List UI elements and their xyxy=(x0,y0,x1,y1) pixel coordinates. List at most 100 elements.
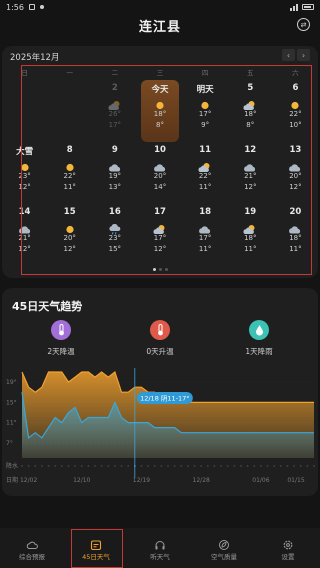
day-high-temp: 18° xyxy=(289,234,302,242)
page-indicator xyxy=(2,268,318,271)
nav-item-3[interactable]: 空气质量 xyxy=(192,528,256,568)
app-header: 连江县 ⇄ xyxy=(0,14,320,36)
bottom-nav: 综合预报 45日天气 听天气 空气质量 设置 xyxy=(0,528,320,568)
chart-tooltip: 12/18 阴11-17° xyxy=(136,392,193,404)
calendar-day[interactable]: 明天 17° 9° xyxy=(183,80,228,142)
precip-dot xyxy=(47,465,50,467)
chevron-right-icon[interactable]: › xyxy=(297,49,310,61)
calendar-day[interactable]: 6 22° 10° xyxy=(273,80,318,142)
precip-dot xyxy=(127,465,130,467)
day-high-temp: 20° xyxy=(63,234,76,242)
y-tick-label: 7° xyxy=(6,440,13,447)
calendar-icon xyxy=(90,536,102,550)
precip-dot xyxy=(120,465,123,467)
day-low-temp: 12° xyxy=(18,245,31,253)
precip-dot xyxy=(107,465,110,467)
calendar-day[interactable]: 9 19° 13° xyxy=(92,142,137,204)
calendar-grid: 2 26° 17° 今天 18° 8° 明天 17° 9° 5 18° 8° 6 22° 10° 大雪 23° 1… xyxy=(2,80,318,266)
x-tick-label: 12/19 xyxy=(133,477,150,484)
calendar-day[interactable]: 17 17° 12° xyxy=(137,204,182,266)
day-high-temp: 23° xyxy=(18,172,31,180)
cloud-icon xyxy=(243,158,257,172)
day-label: 5 xyxy=(247,83,254,93)
day-low-temp: 11° xyxy=(198,245,212,253)
precip-dot xyxy=(54,465,57,467)
precip-dot xyxy=(133,465,136,467)
cloud-icon xyxy=(153,158,167,172)
signal-icon xyxy=(290,3,298,11)
day-label: 6 xyxy=(292,83,299,93)
nav-item-1[interactable]: 45日天气 xyxy=(64,528,128,568)
day-high-temp: 18° xyxy=(244,234,257,242)
day-low-temp: 14° xyxy=(153,183,167,191)
day-high-temp: 18° xyxy=(244,110,257,118)
trend-chart-svg[interactable]: 19° 15° 11° 7° 12/18 阴11-17° 降水日期 12/02 12/10 12… xyxy=(2,362,318,496)
day-label: 13 xyxy=(289,145,302,155)
day-label: 今天 xyxy=(151,85,169,95)
precip-dot xyxy=(180,465,183,467)
x-tick-label: 01/06 xyxy=(252,477,269,484)
day-low-temp: 11° xyxy=(244,245,257,253)
stat-label: 0天升温 xyxy=(146,347,174,356)
calendar-day[interactable]: 14 21° 12° xyxy=(2,204,47,266)
thermometer-up-icon xyxy=(150,320,170,340)
tooltip-text: 12/18 阴11-17° xyxy=(140,394,189,403)
calendar-day[interactable]: 20 18° 11° xyxy=(273,204,318,266)
nav-item-0[interactable]: 综合预报 xyxy=(0,528,64,568)
calendar-day[interactable]: 13 20° 12° xyxy=(273,142,318,204)
chevron-left-icon[interactable]: ‹ xyxy=(282,49,295,61)
day-label: 大雪 xyxy=(16,147,34,157)
calendar-day[interactable]: 18 17° 11° xyxy=(183,204,228,266)
month-label[interactable]: 2025年12月 xyxy=(10,51,59,63)
weekday-label: 三 xyxy=(156,69,164,77)
calendar-day-today[interactable]: 今天 18° 8° xyxy=(137,80,182,142)
precip-dot xyxy=(279,465,282,467)
calendar-card: 2025年12月 ‹ › 日 一 二 三 四 五 六 2 26° 17° 今天 18° 8° 明天 17°… xyxy=(2,46,318,278)
nav-item-4[interactable]: 设置 xyxy=(256,528,320,568)
partly-cloudy-icon xyxy=(243,96,257,110)
calendar-day[interactable]: 11 22° 11° xyxy=(183,142,228,204)
stat-cooling: 2天降温 xyxy=(16,320,106,357)
day-high-temp: 17° xyxy=(198,234,212,242)
status-time: 1:56 xyxy=(6,2,24,12)
cloud-icon xyxy=(108,158,122,172)
precip-dot xyxy=(273,465,276,467)
day-label: 2 xyxy=(111,83,118,93)
precip-dot xyxy=(160,465,163,467)
day-high-temp: 18° xyxy=(153,110,167,118)
day-high-temp: 17° xyxy=(153,234,167,242)
weekday-label: 日 xyxy=(21,69,28,77)
nav-item-2[interactable]: 听天气 xyxy=(128,528,192,568)
city-title: 连江县 xyxy=(138,19,181,35)
battery-icon xyxy=(302,4,314,10)
calendar-day[interactable]: 16 23° 15° xyxy=(92,204,137,266)
day-low-temp: 15° xyxy=(108,245,122,253)
precip-dot xyxy=(193,465,196,467)
precip-dot xyxy=(187,465,189,467)
precip-dot xyxy=(41,465,43,467)
calendar-day[interactable]: 12 21° 12° xyxy=(228,142,273,204)
calendar-day[interactable]: 15 20° 12° xyxy=(47,204,92,266)
precip-dot xyxy=(313,465,315,467)
cloud-icon xyxy=(288,158,302,172)
day-high-temp: 26° xyxy=(108,110,122,118)
precip-dot xyxy=(100,465,103,467)
calendar-day[interactable]: 2 26° 17° xyxy=(92,80,137,142)
calendar-day[interactable]: 8 22° 11° xyxy=(47,142,92,204)
calendar-week: 大雪 23° 12° 8 22° 11° 9 19° 13° 10 20° 14° 11 22° 11° 12… xyxy=(2,142,318,204)
calendar-day[interactable]: 10 20° 14° xyxy=(137,142,182,204)
day-label: 15 xyxy=(63,207,76,217)
day-high-temp: 20° xyxy=(153,172,167,180)
calendar-day[interactable]: 5 18° 8° xyxy=(228,80,273,142)
trend-chart[interactable]: 19° 15° 11° 7° 12/18 阴11-17° 降水 日期 12/02 12/10 12… xyxy=(2,362,318,496)
calendar-day[interactable]: 19 18° 11° xyxy=(228,204,273,266)
day-label: 17 xyxy=(154,207,166,217)
stat-warming: 0天升温 xyxy=(115,320,205,357)
day-low-temp: 11° xyxy=(63,183,76,191)
thermometer-down-icon xyxy=(51,320,71,340)
nav-label: 45日天气 xyxy=(82,552,110,561)
day-high-temp: 23° xyxy=(108,234,122,242)
nav-label: 设置 xyxy=(281,552,295,561)
swap-icon[interactable]: ⇄ xyxy=(297,18,310,31)
calendar-day[interactable]: 大雪 23° 12° xyxy=(2,142,47,204)
